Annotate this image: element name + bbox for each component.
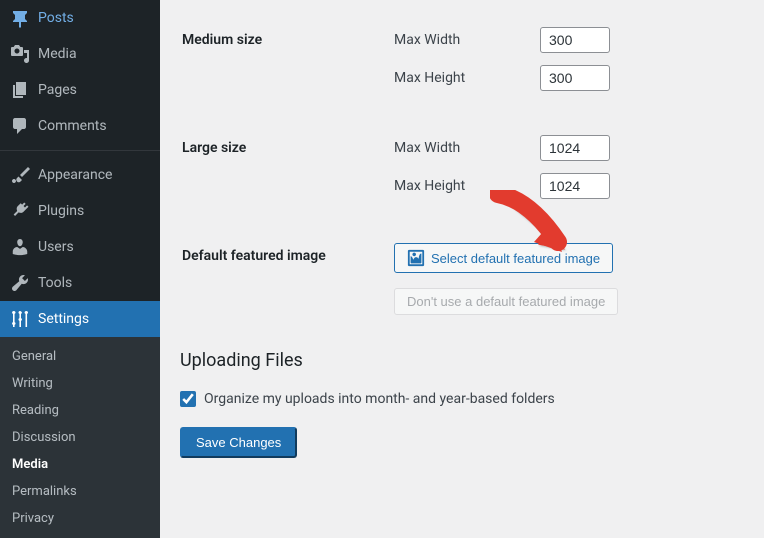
sidebar-item-label: Posts bbox=[38, 10, 74, 26]
large-size-heading: Large size bbox=[182, 120, 382, 226]
brush-icon bbox=[10, 165, 30, 185]
select-default-featured-image-button[interactable]: Select default featured image bbox=[394, 243, 613, 273]
sidebar-item-comments[interactable]: Comments bbox=[0, 108, 160, 144]
sidebar-item-appearance[interactable]: Appearance bbox=[0, 157, 160, 193]
sliders-icon bbox=[10, 309, 30, 329]
menu-separator bbox=[0, 150, 160, 151]
medium-size-heading: Medium size bbox=[182, 12, 382, 118]
save-changes-button[interactable]: Save Changes bbox=[180, 427, 297, 458]
sidebar-item-tools[interactable]: Tools bbox=[0, 265, 160, 301]
select-button-label: Select default featured image bbox=[431, 251, 600, 266]
submenu-writing[interactable]: Writing bbox=[0, 370, 160, 397]
default-featured-heading: Default featured image bbox=[182, 228, 382, 330]
user-icon bbox=[10, 237, 30, 257]
plug-icon bbox=[10, 201, 30, 221]
comment-icon bbox=[10, 116, 30, 136]
pin-icon bbox=[10, 8, 30, 28]
form-table: Medium size Max Width Max Height Large s… bbox=[180, 10, 744, 332]
large-height-input[interactable] bbox=[540, 173, 610, 199]
sidebar-item-label: Appearance bbox=[38, 167, 112, 183]
submenu-general[interactable]: General bbox=[0, 343, 160, 370]
wrench-icon bbox=[10, 273, 30, 293]
submenu-discussion[interactable]: Discussion bbox=[0, 424, 160, 451]
admin-sidebar: Posts Media Pages Comments Appearance Pl… bbox=[0, 0, 160, 536]
submenu-media[interactable]: Media bbox=[0, 451, 160, 478]
organize-uploads-row[interactable]: Organize my uploads into month- and year… bbox=[180, 391, 744, 407]
max-height-label: Max Height bbox=[394, 178, 524, 194]
sidebar-item-plugins[interactable]: Plugins bbox=[0, 193, 160, 229]
image-icon bbox=[407, 249, 425, 267]
submenu-permalinks[interactable]: Permalinks bbox=[0, 478, 160, 505]
organize-uploads-label: Organize my uploads into month- and year… bbox=[204, 391, 555, 407]
submenu-privacy[interactable]: Privacy bbox=[0, 505, 160, 532]
settings-submenu: General Writing Reading Discussion Media… bbox=[0, 337, 160, 538]
sidebar-item-settings[interactable]: Settings bbox=[0, 301, 160, 337]
sidebar-item-posts[interactable]: Posts bbox=[0, 0, 160, 36]
dont-use-default-featured-image-button: Don't use a default featured image bbox=[394, 288, 618, 315]
uploading-files-heading: Uploading Files bbox=[180, 350, 744, 371]
large-width-input[interactable] bbox=[540, 135, 610, 161]
max-width-label: Max Width bbox=[394, 32, 524, 48]
page-icon bbox=[10, 80, 30, 100]
organize-uploads-checkbox[interactable] bbox=[180, 391, 196, 407]
max-width-label: Max Width bbox=[394, 140, 524, 156]
media-icon bbox=[10, 44, 30, 64]
sidebar-item-media[interactable]: Media bbox=[0, 36, 160, 72]
sidebar-item-label: Pages bbox=[38, 82, 77, 98]
sidebar-item-label: Comments bbox=[38, 118, 107, 134]
sidebar-item-label: Tools bbox=[38, 275, 72, 291]
sidebar-item-users[interactable]: Users bbox=[0, 229, 160, 265]
sidebar-item-label: Users bbox=[38, 239, 74, 255]
sidebar-item-label: Media bbox=[38, 46, 77, 62]
submenu-reading[interactable]: Reading bbox=[0, 397, 160, 424]
medium-width-input[interactable] bbox=[540, 27, 610, 53]
sidebar-item-label: Settings bbox=[38, 311, 89, 327]
medium-height-input[interactable] bbox=[540, 65, 610, 91]
sidebar-item-label: Plugins bbox=[38, 203, 84, 219]
sidebar-item-pages[interactable]: Pages bbox=[0, 72, 160, 108]
max-height-label: Max Height bbox=[394, 70, 524, 86]
content-area: Medium size Max Width Max Height Large s… bbox=[160, 0, 764, 536]
